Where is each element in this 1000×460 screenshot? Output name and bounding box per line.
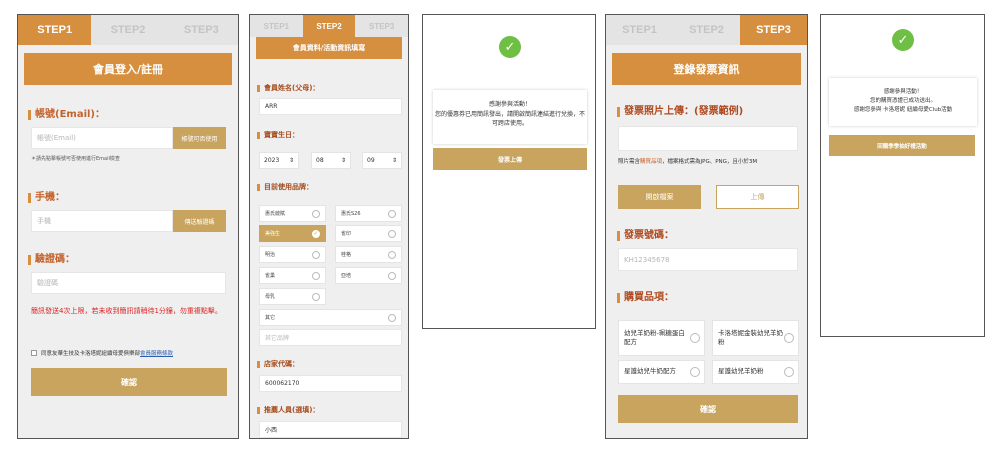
items-label: 購買品項： bbox=[617, 293, 674, 303]
invoice-number-input[interactable]: KH12345678 bbox=[618, 248, 798, 271]
purchase-item-option[interactable]: 卡洛塔妮金裝幼兒羊奶粉 bbox=[712, 320, 799, 356]
code-label: 驗證碼： bbox=[28, 255, 75, 265]
step-tabs: STEP1 STEP2 STEP3 bbox=[606, 15, 807, 45]
radio-icon bbox=[784, 367, 794, 377]
radio-icon bbox=[312, 271, 320, 280]
account-note: ＊請先點擊帳號可否使用進行Email檢查 bbox=[31, 156, 120, 162]
radio-icon bbox=[312, 292, 320, 301]
panel-coupon-success: ✓ 感謝參與活動！ 您的優惠券已用簡訊發出，請開啟簡訊連結進行兌換，不可跨店使用… bbox=[422, 14, 596, 329]
panel-step1-login: STEP1 STEP2 STEP3 會員登入/註冊 帳號(Email)： 帳號(… bbox=[17, 14, 239, 439]
account-label: 帳號(Email)： bbox=[28, 110, 105, 120]
radio-icon bbox=[312, 250, 320, 259]
radio-icon bbox=[388, 313, 396, 322]
radio-icon bbox=[784, 333, 794, 343]
brand-option[interactable]: 惠氏S26 bbox=[335, 205, 402, 222]
radio-icon bbox=[388, 209, 396, 218]
panel-step2-info: STEP1 STEP2 STEP3 會員資料/活動資訊填寫 會員姓名(父母)： … bbox=[249, 14, 409, 439]
store-label: 店家代碼： bbox=[257, 361, 299, 368]
confirm-button[interactable]: 確認 bbox=[618, 395, 798, 423]
terms-link[interactable]: 會員服務條款 bbox=[140, 349, 173, 357]
page-title: 會員登入/註冊 bbox=[24, 53, 232, 85]
confirm-button[interactable]: 確認 bbox=[31, 368, 227, 396]
brand-option[interactable]: 明治 bbox=[259, 246, 326, 263]
birth-day-select[interactable]: 09 ⇕ bbox=[362, 152, 402, 169]
tab-step2[interactable]: STEP2 bbox=[91, 15, 164, 45]
other-brand-input[interactable]: 其它品牌 bbox=[259, 329, 402, 346]
referrer-label: 推薦人員(選填)： bbox=[257, 407, 319, 414]
brand-option-selected[interactable]: 美強生 ✓ bbox=[259, 225, 326, 242]
brand-option-other[interactable]: 其它 bbox=[259, 309, 402, 326]
brand-option[interactable]: 桂格 bbox=[335, 246, 402, 263]
radio-icon bbox=[690, 333, 700, 343]
check-circle-icon: ✓ bbox=[499, 36, 521, 58]
account-check-button[interactable]: 帳號可否使用 bbox=[173, 127, 226, 149]
tab-step3[interactable]: STEP3 bbox=[355, 15, 408, 37]
step-tabs: STEP1 STEP2 STEP3 bbox=[18, 15, 238, 45]
brand-option[interactable]: 惠氏啟賦 bbox=[259, 205, 326, 222]
invoice-example-link[interactable]: (發票範例) bbox=[694, 106, 743, 117]
radio-icon bbox=[388, 250, 396, 259]
panel-invoice-success: ✓ 感謝參與活動！ 您的購買憑證已成功送出。 感謝您參與 卡洛塔妮 紐續母愛Cl… bbox=[820, 14, 985, 337]
purchase-item-option[interactable]: 星護幼兒羊奶粉 bbox=[712, 360, 799, 384]
panel-step3-invoice: STEP1 STEP2 STEP3 登錄發票資訊 發票照片上傳：(發票範例) 照… bbox=[605, 14, 808, 439]
radio-icon bbox=[388, 229, 396, 238]
account-input[interactable]: 帳號(Email) bbox=[31, 127, 173, 149]
name-input[interactable]: ARR bbox=[259, 98, 402, 115]
code-input[interactable]: 驗證碼 bbox=[31, 272, 226, 294]
invoice-number-label: 發票號碼： bbox=[617, 231, 674, 241]
radio-icon bbox=[312, 209, 320, 218]
agree-checkbox[interactable] bbox=[31, 350, 37, 356]
name-label: 會員姓名(父母)： bbox=[257, 85, 319, 92]
agree-text: 同意友華生技及卡洛塔妮紐續母愛俱樂部 bbox=[41, 351, 141, 357]
radio-icon bbox=[388, 271, 396, 280]
photo-note: 照片需含購買品項，檔案格式需為JPG、PNG，且小於3M bbox=[618, 159, 758, 165]
tab-step1[interactable]: STEP1 bbox=[18, 15, 92, 45]
photo-label: 發票照片上傳：(發票範例) bbox=[617, 107, 743, 117]
birth-year-select[interactable]: 2023 ⇕ bbox=[259, 152, 299, 169]
step-tabs: STEP1 STEP2 STEP3 bbox=[250, 15, 408, 37]
brand-option[interactable]: 亞培 bbox=[335, 267, 402, 284]
check-circle-icon: ✓ bbox=[892, 29, 914, 51]
brand-option[interactable]: 母乳 bbox=[259, 288, 326, 305]
send-code-button[interactable]: 傳送驗證碼 bbox=[173, 210, 226, 232]
photo-filename-field bbox=[618, 126, 798, 151]
tab-step3[interactable]: STEP3 bbox=[740, 15, 807, 45]
back-to-campaign-button[interactable]: 回購季季抽好禮活動 bbox=[829, 135, 975, 156]
brand-label: 目前使用品牌： bbox=[257, 184, 313, 191]
phone-input[interactable]: 手機 bbox=[31, 210, 173, 232]
tab-step1[interactable]: STEP1 bbox=[606, 15, 673, 45]
agree-row: 同意友華生技及卡洛塔妮紐續母愛俱樂部 會員服務條款 bbox=[31, 349, 173, 357]
radio-icon bbox=[690, 367, 700, 377]
success-message: 感謝參與活動！ 您的優惠券已用簡訊發出，請開啟簡訊連結進行兌換，不可跨店使用。 bbox=[433, 90, 587, 144]
check-icon: ✓ bbox=[312, 229, 320, 238]
brand-option[interactable]: 雀巢 bbox=[259, 267, 326, 284]
page-title: 會員資料/活動資訊填寫 bbox=[256, 37, 402, 59]
store-input[interactable]: 600062170 bbox=[259, 375, 402, 392]
tab-step1[interactable]: STEP1 bbox=[250, 15, 303, 37]
upload-invoice-button[interactable]: 發票上傳 bbox=[433, 148, 587, 170]
referrer-input[interactable]: 小西 bbox=[259, 421, 402, 438]
tab-step2[interactable]: STEP2 bbox=[673, 15, 740, 45]
upload-button[interactable]: 上傳 bbox=[716, 185, 799, 209]
tab-step2[interactable]: STEP2 bbox=[302, 15, 356, 37]
sms-warning: 簡訊發送4次上限，若未收到簡訊請稍待1分鐘，勿重複點擊。 bbox=[31, 307, 222, 315]
purchase-item-option[interactable]: 星護幼兒牛奶配方 bbox=[618, 360, 705, 384]
tab-step3[interactable]: STEP3 bbox=[165, 15, 238, 45]
success-message: 感謝參與活動！ 您的購買憑證已成功送出。 感謝您參與 卡洛塔妮 紐續母愛Club… bbox=[829, 78, 977, 126]
open-file-button[interactable]: 開啟檔案 bbox=[618, 185, 701, 209]
phone-label: 手機： bbox=[28, 193, 65, 203]
page-title: 登錄發票資訊 bbox=[612, 53, 801, 85]
brand-option[interactable]: 雀印 bbox=[335, 225, 402, 242]
birth-month-select[interactable]: 08 ⇕ bbox=[311, 152, 351, 169]
birth-label: 寶寶生日： bbox=[257, 132, 299, 139]
purchase-item-option[interactable]: 幼兒羊奶粉-珮糖蛋白配方 bbox=[618, 320, 705, 356]
